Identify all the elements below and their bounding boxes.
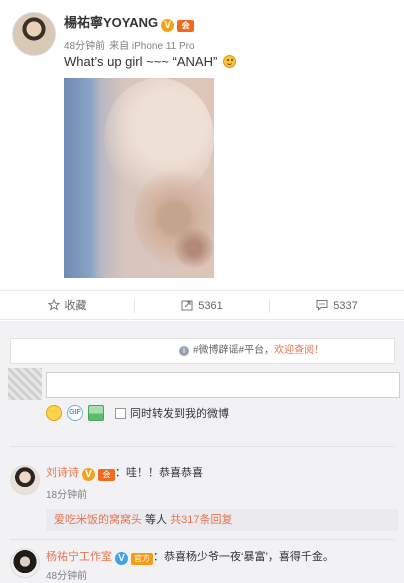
emoji-icon[interactable]	[46, 405, 62, 421]
rumor-notice-bar: i #微博辟谣#平台，欢迎查阅！	[10, 338, 395, 364]
photo-shade-lower	[174, 228, 214, 268]
divider	[10, 539, 395, 540]
reply-mid-text: 等人	[142, 514, 171, 526]
author-name[interactable]: 楊祐寧YOYANG	[64, 15, 158, 30]
post-meta: 48分钟前 来自 iPhone 11 Pro	[64, 37, 195, 52]
post-text: What’s up girl ~~~ “ANAH”	[64, 54, 236, 69]
comment-button[interactable]: 5337	[270, 291, 404, 321]
author-line: 楊祐寧YOYANG V 会	[64, 12, 195, 32]
post-action-bar: 收藏 5361 5337	[0, 290, 404, 320]
notice-link[interactable]: 欢迎查阅！	[274, 345, 324, 356]
post-photo[interactable]	[64, 78, 214, 278]
comment-item: 杨祐宁工作室 V 官方 ：恭喜杨少爷一夜‘暴富’，喜得千金。	[46, 548, 334, 565]
favorite-button[interactable]: 收藏	[0, 291, 134, 321]
favorite-label: 收藏	[64, 300, 87, 312]
member-icon: 会	[177, 20, 195, 32]
verified-icon: V	[115, 552, 128, 565]
verified-icon: V	[82, 468, 95, 481]
member-badge: 官方	[131, 553, 153, 565]
commenter-name[interactable]: 杨祐宁工作室	[46, 551, 112, 563]
image-icon[interactable]	[88, 405, 104, 421]
verified-icon: V	[161, 19, 175, 32]
reply-summary[interactable]: 爱吃米饭的窝窝头 等人 共317条回复	[46, 509, 398, 531]
divider	[10, 446, 395, 447]
repost-icon	[181, 300, 193, 311]
star-icon	[47, 299, 60, 311]
reply-count-link[interactable]: 共317条回复	[170, 514, 232, 526]
post-source: 来自 iPhone 11 Pro	[109, 41, 195, 52]
commenter-name[interactable]: 刘诗诗	[46, 467, 79, 479]
forward-checkbox[interactable]	[115, 407, 126, 419]
composer-toolbar: GIF 同时转发到我的微博	[46, 405, 229, 423]
post-time[interactable]: 48分钟前	[64, 41, 105, 52]
member-icon: 会	[98, 469, 115, 481]
weibo-post: 楊祐寧YOYANG V 会 48分钟前 来自 iPhone 11 Pro What’s…	[0, 0, 404, 290]
notice-text: #微博辟谣#平台，	[193, 345, 275, 356]
comment-time: 18分钟前	[46, 490, 88, 501]
repost-count: 5361	[198, 300, 223, 312]
comment-icon	[316, 300, 328, 311]
gif-icon[interactable]: GIF	[67, 405, 83, 421]
comment-count: 5337	[333, 300, 358, 312]
my-avatar	[8, 368, 42, 400]
post-text-content: What’s up girl ~~~ “ANAH”	[64, 54, 218, 69]
reply-users[interactable]: 爱吃米饭的窝窝头	[54, 514, 142, 526]
comment-input[interactable]	[46, 372, 400, 398]
commenter-avatar[interactable]	[10, 548, 40, 578]
comment-text: ：恭喜杨少爷一夜‘暴富’，喜得千金。	[153, 551, 334, 563]
smile-emoji-icon	[222, 55, 236, 68]
repost-button[interactable]: 5361	[135, 291, 269, 321]
forward-label: 同时转发到我的微博	[130, 408, 229, 420]
comment-time: 48分钟前	[46, 571, 88, 582]
comment-item: 刘诗诗 V 会：哇！！恭喜恭喜	[46, 464, 203, 481]
commenter-avatar[interactable]	[10, 465, 40, 495]
author-avatar[interactable]	[12, 12, 56, 56]
info-icon: i	[179, 346, 189, 356]
comment-text: ：哇！！恭喜恭喜	[115, 467, 203, 479]
